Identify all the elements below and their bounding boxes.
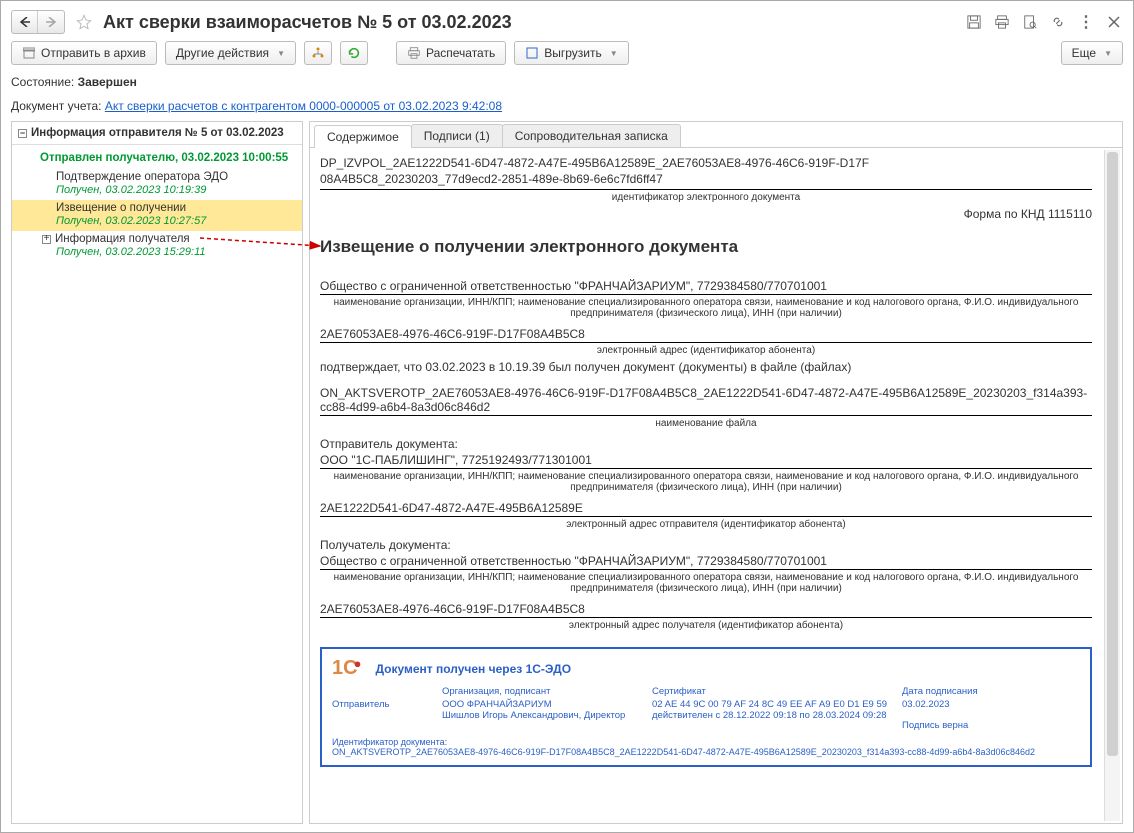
chevron-down-icon: ▼ (277, 49, 285, 58)
more-button[interactable]: Еще ▼ (1061, 41, 1123, 65)
archive-icon (22, 46, 36, 60)
nav-group (11, 10, 65, 34)
printer-icon (407, 46, 421, 60)
export-icon (525, 46, 539, 60)
link-icon[interactable] (1049, 13, 1067, 31)
tab-signatures[interactable]: Подписи (1) (411, 124, 503, 147)
tab-note[interactable]: Сопроводительная записка (502, 124, 681, 147)
form-code: Форма по КНД 1115110 (320, 203, 1092, 231)
more-menu-icon[interactable]: ⋮ (1077, 13, 1095, 31)
logo-1c-icon: 1C● (332, 657, 365, 680)
preview-icon[interactable] (1021, 13, 1039, 31)
doc-ref-link[interactable]: Акт сверки расчетов с контрагентом 0000-… (105, 99, 502, 113)
tab-content[interactable]: Содержимое (314, 125, 412, 148)
document-title: Извещение о получении электронного докум… (320, 231, 1092, 273)
print-icon[interactable] (993, 13, 1011, 31)
collapse-icon[interactable]: − (18, 129, 27, 138)
other-actions-button[interactable]: Другие действия ▼ (165, 41, 296, 65)
status-value: Завершен (78, 75, 137, 89)
sidebar-sent-status: Отправлен получателю, 03.02.2023 10:00:5… (12, 149, 302, 169)
chevron-down-icon: ▼ (610, 49, 618, 58)
hierarchy-icon (311, 46, 325, 60)
favorite-icon[interactable] (75, 13, 93, 31)
export-button[interactable]: Выгрузить ▼ (514, 41, 628, 65)
refresh-button[interactable] (340, 41, 368, 65)
sidebar-item-confirmation[interactable]: Подтверждение оператора ЭДО (12, 169, 302, 184)
expand-icon[interactable]: + (42, 235, 51, 244)
page-title: Акт сверки взаиморасчетов № 5 от 03.02.2… (103, 12, 959, 33)
signature-stamp: 1C● Документ получен через 1С-ЭДО Органи… (320, 647, 1092, 767)
sidebar-item-notice-sub: Получен, 03.02.2023 10:27:57 (12, 215, 302, 231)
print-button[interactable]: Распечатать (396, 41, 506, 65)
document-content: DP_IZVPOL_2AE1222D541-6D47-4872-A47E-495… (310, 148, 1122, 823)
forward-button[interactable] (38, 11, 64, 33)
sidebar-item-confirmation-sub: Получен, 03.02.2023 10:19:39 (12, 184, 302, 200)
send-to-archive-button[interactable]: Отправить в архив (11, 41, 157, 65)
orgchart-button[interactable] (304, 41, 332, 65)
doc-ref-row: Документ учета: Акт сверки расчетов с ко… (11, 99, 1123, 121)
sidebar-header[interactable]: − Информация отправителя № 5 от 03.02.20… (12, 122, 302, 145)
close-icon[interactable] (1105, 13, 1123, 31)
sidebar-item-notice[interactable]: Извещение о получении (12, 200, 302, 215)
sidebar-item-recipient-sub: Получен, 03.02.2023 15:29:11 (12, 246, 302, 262)
sidebar: − Информация отправителя № 5 от 03.02.20… (11, 121, 303, 824)
save-icon[interactable] (965, 13, 983, 31)
refresh-icon (347, 46, 361, 60)
content-panel: Содержимое Подписи (1) Сопроводительная … (309, 121, 1123, 824)
back-button[interactable] (12, 11, 38, 33)
status-row: Состояние: Завершен (11, 71, 1123, 99)
scrollbar[interactable] (1104, 150, 1120, 821)
chevron-down-icon: ▼ (1104, 49, 1112, 58)
sidebar-item-recipient-info[interactable]: + Информация получателя (12, 231, 302, 246)
